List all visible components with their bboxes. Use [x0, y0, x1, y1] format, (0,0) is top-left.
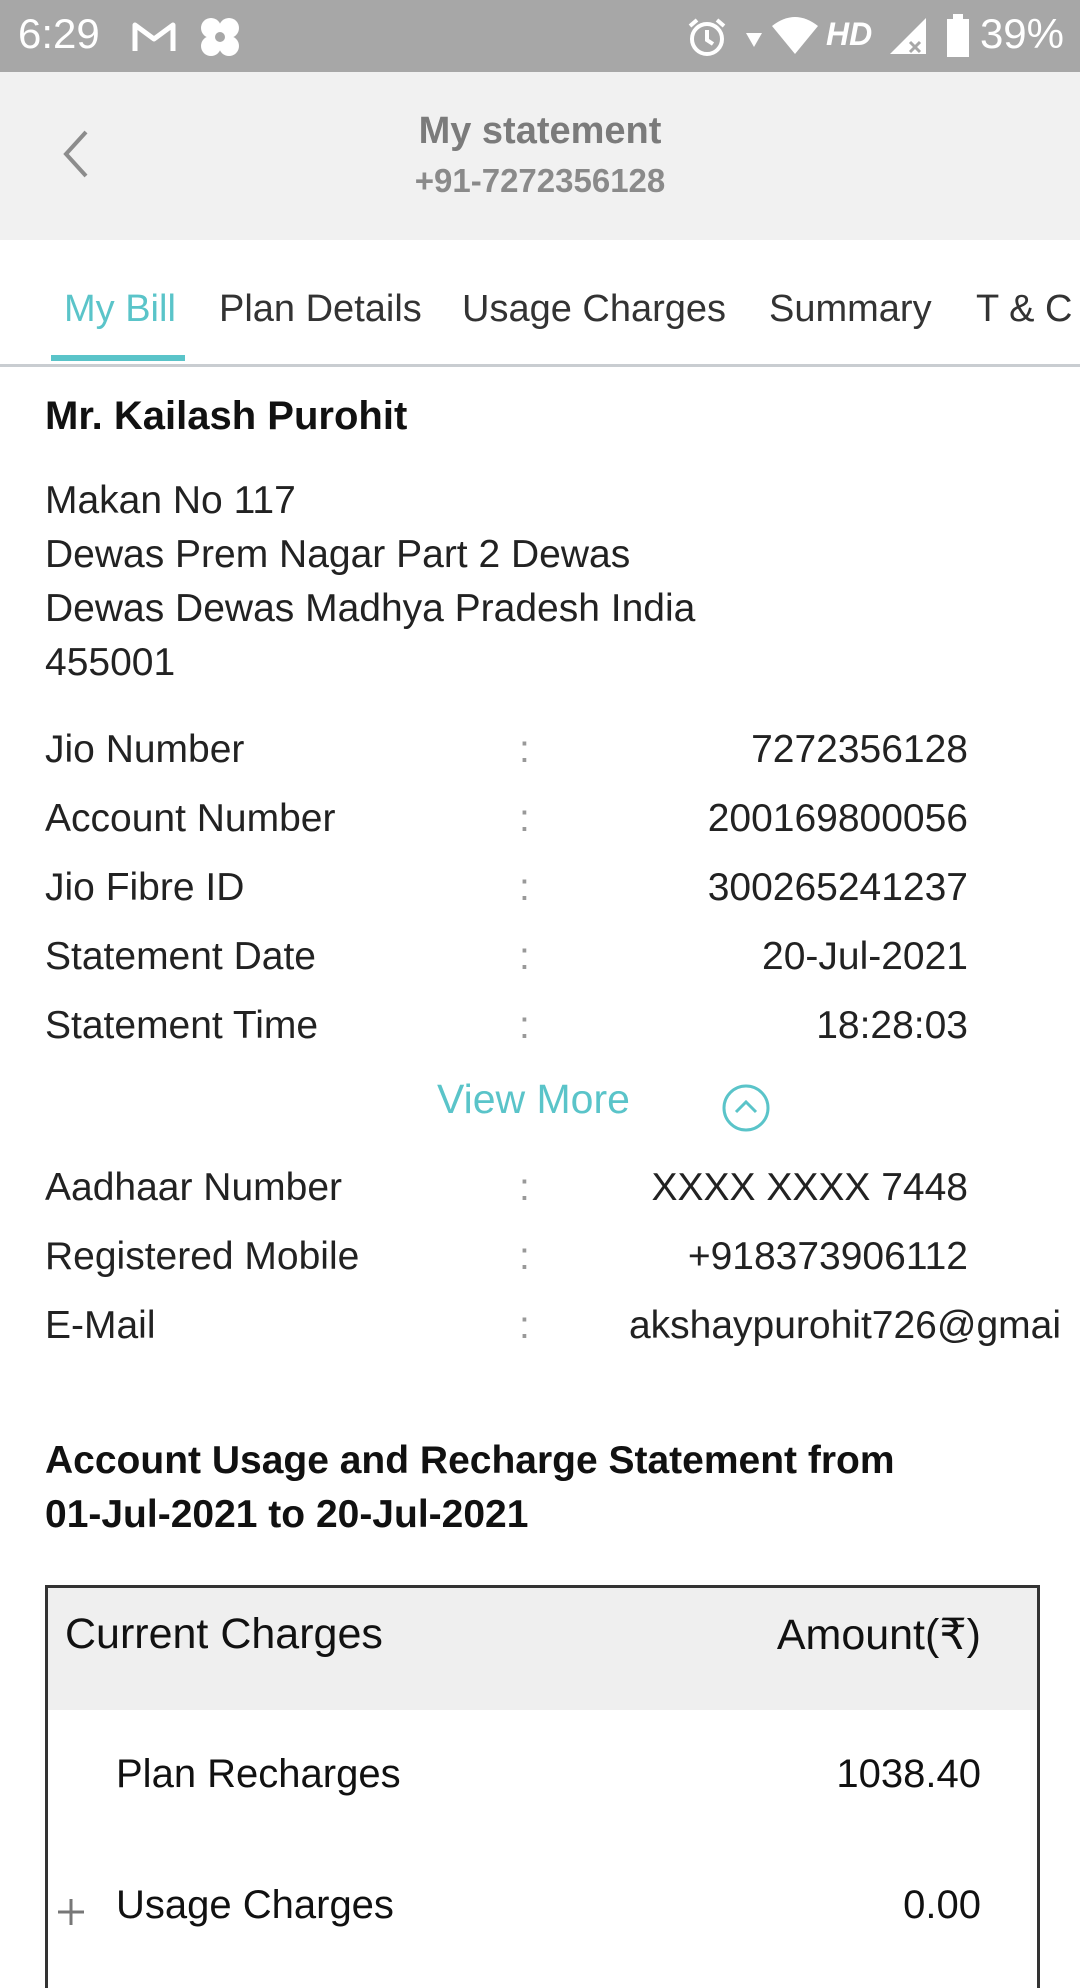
wifi-icon — [772, 17, 818, 54]
current-charges-table: Current Charges Amount(₹) Plan Recharges… — [45, 1585, 1040, 1988]
signal-icon — [890, 18, 926, 54]
charge-amount: 0.00 — [903, 1883, 981, 1927]
page-title: My statement — [418, 110, 662, 152]
detail-value: 300265241237 — [707, 866, 968, 909]
active-tab-indicator — [51, 355, 185, 361]
detail-row-jio-number: Jio Number : 7272356128 — [45, 728, 1045, 778]
detail-label: Registered Mobile — [45, 1235, 360, 1278]
statement-title-line: 01-Jul-2021 to 20-Jul-2021 — [45, 1493, 529, 1536]
detail-label: Statement Date — [45, 935, 316, 978]
statement-period-title: Account Usage and Recharge Statement fro… — [45, 1434, 1005, 1542]
detail-label: E-Mail — [45, 1304, 156, 1347]
detail-colon: : — [519, 1235, 530, 1278]
detail-row-registered-mobile: Registered Mobile : +918373906112 — [45, 1235, 1045, 1285]
data-arrow-icon — [746, 33, 762, 47]
battery-percent: 39% — [979, 10, 1064, 57]
detail-row-email: E-Mail : akshaypurohit726@gmai — [45, 1304, 1061, 1354]
charges-header-label: Current Charges — [65, 1610, 383, 1658]
address-line: 455001 — [45, 641, 176, 684]
detail-row-aadhaar: Aadhaar Number : XXXX XXXX 7448 — [45, 1166, 1045, 1216]
gmail-icon — [132, 22, 176, 51]
detail-value: +918373906112 — [687, 1235, 968, 1278]
pinwheel-icon — [201, 18, 239, 56]
tab-terms[interactable]: T & C — [976, 288, 1072, 331]
detail-label: Jio Number — [45, 728, 245, 771]
status-time: 6:29 — [18, 10, 100, 57]
tab-summary[interactable]: Summary — [769, 288, 932, 331]
battery-icon — [947, 14, 969, 57]
detail-value: XXXX XXXX 7448 — [651, 1166, 968, 1209]
charge-label: Usage Charges — [116, 1883, 394, 1927]
statement-title-line: Account Usage and Recharge Statement fro… — [45, 1439, 895, 1482]
detail-value: 20-Jul-2021 — [762, 935, 968, 978]
hd-icon: HD — [826, 16, 873, 52]
detail-label: Statement Time — [45, 1004, 319, 1047]
detail-row-statement-date: Statement Date : 20-Jul-2021 — [45, 935, 1045, 985]
detail-colon: : — [519, 728, 530, 771]
detail-value: 18:28:03 — [816, 1004, 968, 1047]
alarm-icon — [688, 18, 726, 56]
plus-expand-icon[interactable] — [54, 1895, 88, 1929]
detail-label: Aadhaar Number — [45, 1166, 342, 1209]
address-line: Dewas Dewas Madhya Pradesh India — [45, 587, 696, 630]
detail-value: 200169800056 — [707, 797, 968, 840]
tab-bar: My Bill Plan Details Usage Charges Summa… — [0, 240, 1080, 367]
address-line: Dewas Prem Nagar Part 2 Dewas — [45, 533, 631, 576]
address-line: Makan No 117 — [45, 479, 296, 522]
charge-label: Plan Recharges — [116, 1752, 401, 1796]
detail-row-account-number: Account Number : 200169800056 — [45, 797, 1045, 847]
page-subtitle-phone: +91-7272356128 — [414, 162, 666, 199]
detail-colon: : — [519, 797, 530, 840]
customer-name: Mr. Kailash Purohit — [45, 394, 408, 438]
app-header: My statement +91-7272356128 — [0, 72, 1080, 240]
detail-colon: : — [519, 1166, 530, 1209]
detail-label: Jio Fibre ID — [45, 866, 245, 909]
tab-my-bill[interactable]: My Bill — [64, 288, 176, 331]
tab-usage-charges[interactable]: Usage Charges — [462, 288, 726, 331]
detail-row-statement-time: Statement Time : 18:28:03 — [45, 1004, 1045, 1054]
charges-table-header: Current Charges Amount(₹) — [48, 1588, 1037, 1710]
detail-colon: : — [519, 935, 530, 978]
chevron-up-circle-icon[interactable] — [721, 1083, 771, 1133]
detail-value: akshaypurohit726@gmai — [628, 1304, 1061, 1347]
detail-value: 7272356128 — [751, 728, 968, 771]
status-bar: 6:29 HD 39% — [0, 0, 1080, 72]
charge-amount: 1038.40 — [836, 1752, 981, 1796]
detail-colon: : — [519, 1004, 530, 1047]
view-more-link[interactable]: View More — [437, 1076, 630, 1123]
detail-label: Account Number — [45, 797, 336, 840]
detail-colon: : — [519, 866, 530, 909]
charges-header-amount: Amount(₹) — [776, 1611, 981, 1659]
tab-plan-details[interactable]: Plan Details — [219, 288, 422, 331]
detail-row-fibre-id: Jio Fibre ID : 300265241237 — [45, 866, 1045, 916]
detail-colon: : — [519, 1304, 530, 1347]
